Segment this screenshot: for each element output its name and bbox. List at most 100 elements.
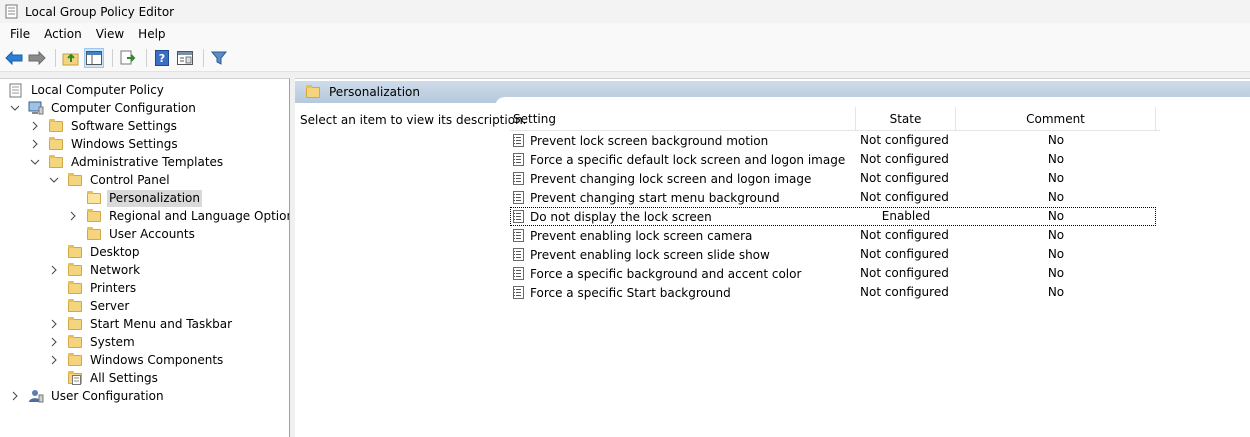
tree-node-network[interactable]: Network [49, 261, 142, 279]
chevron-down-icon[interactable] [49, 175, 59, 185]
tree-node-windows-settings[interactable]: Windows Settings [30, 135, 180, 153]
help-button[interactable]: ? [152, 48, 172, 68]
window-title: Local Group Policy Editor [25, 4, 175, 19]
show-hide-console-tree-button[interactable] [84, 48, 104, 68]
folder-icon [67, 263, 83, 277]
state-cell: Not configured [860, 228, 949, 242]
policy-setting-icon [513, 229, 524, 242]
user-icon [28, 389, 44, 403]
menu-help[interactable]: Help [131, 23, 172, 45]
console-tree[interactable]: Local Computer Policy Computer Configura… [0, 78, 290, 437]
chevron-right-icon[interactable] [68, 211, 78, 221]
toolbar-separator [55, 49, 56, 67]
help-icon: ? [155, 50, 169, 66]
table-row[interactable]: Prevent enabling lock screen slide show … [510, 245, 1156, 264]
policy-setting-icon [513, 191, 524, 204]
open-folder-icon [86, 191, 102, 205]
filter-button[interactable] [209, 48, 229, 68]
svg-text:?: ? [159, 52, 165, 65]
back-arrow-icon [5, 51, 23, 65]
chevron-right-icon[interactable] [10, 391, 20, 401]
tree-node-desktop[interactable]: Desktop [67, 243, 142, 261]
state-cell: Not configured [860, 285, 949, 299]
toolbar-separator [146, 49, 147, 67]
column-header-state[interactable]: State [856, 107, 956, 131]
folder-icon [86, 227, 102, 241]
folder-icon [48, 137, 64, 151]
table-row[interactable]: Prevent lock screen background motion No… [510, 131, 1156, 150]
chevron-right-icon[interactable] [30, 139, 40, 149]
menu-view[interactable]: View [89, 23, 131, 45]
tree-node-windows-components[interactable]: Windows Components [49, 351, 225, 369]
state-cell: Not configured [860, 152, 949, 166]
folder-icon [67, 335, 83, 349]
menu-bar: File Action View Help [0, 23, 1250, 45]
tree-node-local-computer-policy[interactable]: Local Computer Policy [8, 81, 166, 99]
policy-setting-icon [513, 153, 524, 166]
menu-file[interactable]: File [3, 23, 37, 45]
comment-cell: No [1047, 133, 1065, 147]
show-hide-tree-icon [86, 51, 102, 65]
tree-node-control-panel[interactable]: Control Panel [49, 171, 172, 189]
menu-action[interactable]: Action [37, 23, 89, 45]
tree-node-personalization[interactable]: Personalization [86, 189, 202, 207]
details-header-title: Personalization [329, 85, 420, 99]
chevron-right-icon[interactable] [49, 355, 59, 365]
chevron-right-icon[interactable] [49, 319, 59, 329]
chevron-right-icon[interactable] [30, 121, 40, 131]
tree-node-all-settings[interactable]: All Settings [67, 369, 160, 387]
state-cell: Not configured [860, 266, 949, 280]
all-settings-folder-icon [67, 371, 83, 385]
policy-editor-icon [5, 4, 19, 19]
policy-setting-icon [513, 248, 524, 261]
comment-cell: No [1047, 285, 1065, 299]
state-cell: Not configured [860, 190, 949, 204]
chevron-right-icon[interactable] [49, 337, 59, 347]
forward-arrow-icon [28, 51, 46, 65]
table-row[interactable]: Prevent enabling lock screen camera Not … [510, 226, 1156, 245]
table-row[interactable]: Force a specific background and accent c… [510, 264, 1156, 283]
table-row[interactable]: Prevent changing start menu background N… [510, 188, 1156, 207]
tree-node-user-accounts[interactable]: User Accounts [86, 225, 197, 243]
description-text: Select an item to view its description. [300, 113, 527, 127]
up-folder-icon [62, 53, 79, 66]
title-bar: Local Group Policy Editor [0, 0, 1250, 23]
chevron-right-icon[interactable] [49, 265, 59, 275]
tree-node-start-menu-taskbar[interactable]: Start Menu and Taskbar [49, 315, 234, 333]
back-button[interactable] [4, 48, 24, 68]
state-cell: Not configured [860, 171, 949, 185]
folder-icon [48, 119, 64, 133]
folder-icon [48, 155, 64, 169]
up-one-level-button[interactable] [61, 48, 81, 68]
properties-button[interactable] [175, 48, 195, 68]
tree-node-administrative-templates[interactable]: Administrative Templates [30, 153, 225, 171]
folder-icon [67, 299, 83, 313]
tree-node-computer-configuration[interactable]: Computer Configuration [10, 99, 198, 117]
folder-icon [67, 173, 83, 187]
tree-node-software-settings[interactable]: Software Settings [30, 117, 179, 135]
chevron-down-icon[interactable] [30, 157, 40, 167]
forward-button[interactable] [27, 48, 47, 68]
policy-document-icon [8, 83, 24, 98]
tree-node-user-configuration[interactable]: User Configuration [10, 387, 166, 405]
tree-node-server[interactable]: Server [67, 297, 131, 315]
header-curve [495, 97, 1250, 107]
export-list-button[interactable] [118, 48, 138, 68]
tree-node-regional-language-options[interactable]: Regional and Language Options [68, 207, 289, 225]
state-cell: Enabled [881, 209, 931, 223]
tree-node-system[interactable]: System [49, 333, 137, 351]
table-row-focused[interactable]: Do not display the lock screen Enabled N… [510, 207, 1156, 226]
column-header-setting[interactable]: Setting [510, 107, 856, 131]
state-cell: Not configured [860, 247, 949, 261]
filter-icon [211, 51, 227, 65]
table-row[interactable]: Force a specific default lock screen and… [510, 150, 1156, 169]
computer-icon [28, 101, 44, 115]
policy-setting-icon [513, 267, 524, 280]
chevron-down-icon[interactable] [10, 103, 20, 113]
column-header-comment[interactable]: Comment [956, 107, 1156, 131]
comment-cell: No [1047, 152, 1065, 166]
policy-setting-icon [513, 172, 524, 185]
table-row[interactable]: Force a specific Start background Not co… [510, 283, 1156, 302]
tree-node-printers[interactable]: Printers [67, 279, 138, 297]
table-row[interactable]: Prevent changing lock screen and logon i… [510, 169, 1156, 188]
